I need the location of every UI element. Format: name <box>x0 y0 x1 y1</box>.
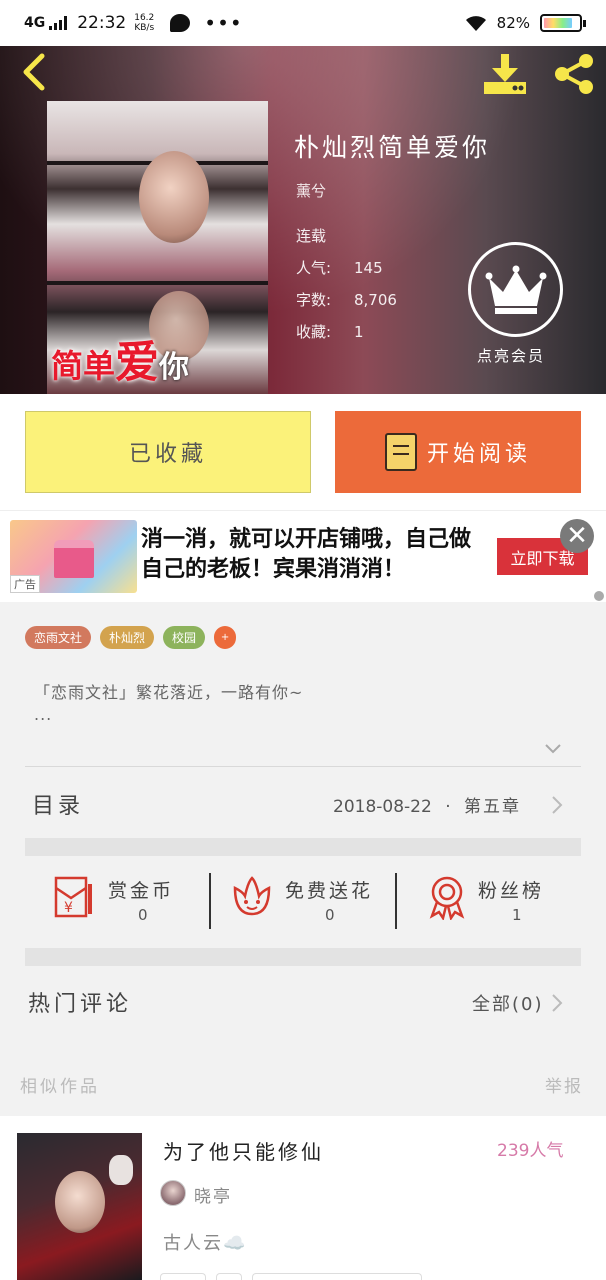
section-separator <box>25 948 581 966</box>
share-icon[interactable] <box>550 52 598 96</box>
stat-value: 0 <box>325 906 335 924</box>
speed-value: 16.2 <box>134 13 155 23</box>
ad-close-icon[interactable]: ✕ <box>560 519 594 553</box>
favorited-button[interactable]: 已收藏 <box>25 411 311 493</box>
meta-value: 8,706 <box>354 291 397 309</box>
tag[interactable]: 恋雨文社 <box>25 626 92 649</box>
partial-tag-row <box>160 1273 428 1280</box>
similar-works-heading: 相似作品 <box>20 1077 100 1097</box>
tag[interactable]: 校园 <box>163 626 206 649</box>
download-icon[interactable] <box>481 52 529 96</box>
cover-title-art: 简单爱你 <box>51 337 190 388</box>
network-speed: 16.2 KB/s <box>134 13 154 33</box>
intro-line: 「恋雨文社」繁花落近，一路有你~ <box>34 683 304 702</box>
vip-label[interactable]: 点亮会员 <box>477 345 545 366</box>
message-icon <box>170 14 191 32</box>
toc-chapter: 第五章 <box>464 797 522 817</box>
meta-wordcount: 字数: 8,706 <box>296 289 397 310</box>
stat-label: 粉丝榜 <box>478 880 545 902</box>
start-reading-button[interactable]: 开始阅读 <box>335 411 581 493</box>
similar-book-desc: 古人云☁️ <box>163 1233 248 1254</box>
intro-ellipsis: ... <box>34 705 53 724</box>
action-area: 已收藏 开始阅读 <box>0 394 606 510</box>
book-icon <box>384 433 417 471</box>
fan-ranking-stat[interactable]: 粉丝榜 1 <box>424 868 604 930</box>
red-envelope-icon: ¥ <box>54 876 92 918</box>
book-title: 朴灿烈简单爱你 <box>294 133 491 162</box>
similar-book-popularity: 239人气 <box>497 1141 564 1161</box>
ad-banner[interactable]: 广告 消一消，就可以开店铺哦，自己做自己的老板！宾果消消消！ 立即下载 ✕ <box>0 510 606 602</box>
tag-list: 恋雨文社 朴灿烈 校园 + <box>25 626 237 649</box>
toc-date: 2018-08-22 <box>333 797 432 817</box>
flower-icon <box>233 876 271 916</box>
toc-label: 目录 <box>32 794 85 819</box>
meta-popularity: 人气: 145 <box>296 257 383 278</box>
medal-icon <box>429 876 465 920</box>
chevron-right-icon <box>552 994 563 1012</box>
meta-value: 1 <box>354 323 364 341</box>
crown-icon <box>485 265 546 314</box>
book-intro: 「恋雨文社」繁花落近，一路有你~ ... <box>34 678 574 724</box>
stat-label: 赏金币 <box>108 880 175 902</box>
stat-label: 免费送花 <box>285 880 374 902</box>
ad-info-icon[interactable] <box>594 591 604 601</box>
toc-latest: 2018-08-22 · 第五章 <box>333 792 521 817</box>
toc-separator: · <box>445 797 451 817</box>
clock: 22:32 <box>77 13 127 33</box>
status-bar: 4G 22:32 16.2 KB/s ••• 82% <box>0 0 606 46</box>
author-avatar <box>160 1180 186 1206</box>
stat-value: 1 <box>512 906 522 924</box>
svg-text:¥: ¥ <box>64 900 73 916</box>
battery-percent: 82% <box>496 14 530 32</box>
similar-book-author: 晓亭 <box>194 1187 232 1207</box>
ad-text[interactable]: 消一消，就可以开店铺哦，自己做自己的老板！宾果消消消！ <box>141 525 481 585</box>
stat-divider <box>395 873 397 929</box>
chevron-right-icon <box>552 796 563 814</box>
reward-coins-stat[interactable]: ¥ 赏金币 0 <box>52 868 232 930</box>
report-link[interactable]: 举报 <box>545 1072 583 1097</box>
similar-book-title[interactable]: 为了他只能修仙 <box>163 1136 324 1165</box>
start-reading-label: 开始阅读 <box>426 442 531 467</box>
book-author[interactable]: 薰兮 <box>296 180 326 201</box>
meta-value: 145 <box>354 259 383 277</box>
battery-icon <box>540 14 586 32</box>
send-flower-stat[interactable]: 免费送花 0 <box>229 868 409 930</box>
favorited-label: 已收藏 <box>128 442 207 467</box>
network-indicator: 4G <box>24 15 46 31</box>
ad-tag: 广告 <box>10 575 40 593</box>
expand-chevron-icon[interactable] <box>544 740 562 758</box>
vip-button[interactable] <box>468 242 563 337</box>
back-button[interactable] <box>14 50 54 94</box>
meta-key: 收藏: <box>296 323 332 341</box>
meta-favorites: 收藏: 1 <box>296 321 364 342</box>
stat-value: 0 <box>138 906 148 924</box>
tag[interactable]: 朴灿烈 <box>100 626 155 649</box>
hot-comments-label: 热门评论 <box>28 992 133 1017</box>
signal-icon <box>49 16 68 30</box>
all-comments-link[interactable]: 全部(0) <box>472 990 544 1016</box>
divider <box>25 766 581 767</box>
similar-book-cover[interactable] <box>17 1133 142 1280</box>
stat-divider <box>209 873 211 929</box>
speed-unit: KB/s <box>134 23 155 33</box>
meta-key: 人气: <box>296 259 332 277</box>
book-status: 连载 <box>296 227 327 245</box>
wifi-icon <box>465 16 486 31</box>
section-separator <box>25 838 581 856</box>
add-tag-button[interactable]: + <box>214 626 237 649</box>
book-cover[interactable]: 简单爱你 <box>47 101 268 394</box>
more-dots: ••• <box>204 11 243 35</box>
meta-key: 字数: <box>296 291 332 309</box>
similar-book-card[interactable]: 为了他只能修仙 239人气 晓亭 古人云☁️ <box>0 1116 606 1280</box>
